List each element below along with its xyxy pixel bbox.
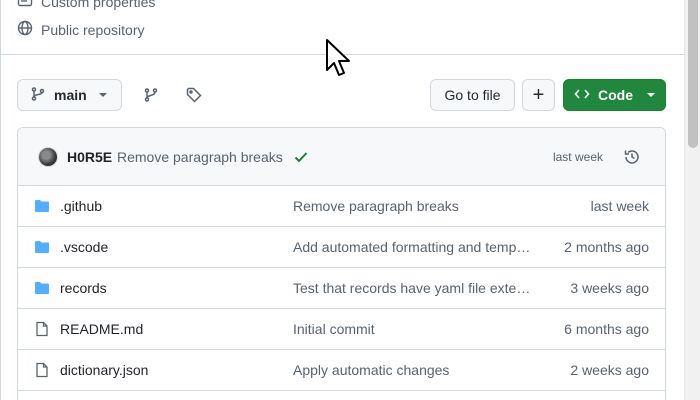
file-time: 2 months ago [564,239,649,255]
file-time: last week [590,198,649,214]
scrollbar[interactable] [684,0,700,400]
file-name[interactable]: .github [60,198,102,214]
file-commit-message[interactable]: Add automated formatting and templates [293,239,533,255]
folder-icon [34,280,50,296]
custom-properties-link[interactable]: Custom properties [17,0,155,11]
file-name[interactable]: README.md [60,321,143,337]
note-icon [17,0,33,11]
file-table: H0R5E Remove paragraph breaks last week … [17,127,666,400]
folder-icon [34,198,50,214]
file-commit-message[interactable]: Remove paragraph breaks [293,198,533,214]
history-icon[interactable] [623,148,641,166]
avatar[interactable] [38,147,58,167]
file-commit-message[interactable]: Test that records have yaml file extensi… [293,280,533,296]
check-icon[interactable] [293,149,309,165]
branch-name: main [54,87,87,103]
table-row[interactable]: records Test that records have yaml file… [18,268,665,309]
table-row[interactable]: .github Remove paragraph breaks last wee… [18,186,665,227]
commit-author[interactable]: H0R5E [67,149,112,165]
file-commit-message[interactable]: Apply automatic changes [293,362,533,378]
go-to-file-button[interactable]: Go to file [430,79,515,111]
file-time: 3 weeks ago [570,280,649,296]
file-time: 6 months ago [564,321,649,337]
table-row[interactable]: dictionary.json Apply automatic changes … [18,350,665,391]
git-branch-icon [30,86,46,105]
mouse-cursor-icon [326,39,350,76]
branch-select-button[interactable]: main [17,79,122,111]
custom-properties-label: Custom properties [41,0,156,10]
left-border [0,0,1,400]
add-file-button[interactable]: + [522,79,555,111]
table-row[interactable]: README.md Initial commit 6 months ago [18,309,665,350]
public-repository-info: Public repository [17,20,145,39]
code-button[interactable]: Code [563,79,666,111]
commit-message[interactable]: Remove paragraph breaks [117,149,283,165]
file-commit-message[interactable]: Initial commit [293,321,533,337]
code-icon [574,86,590,105]
globe-icon [17,20,33,39]
chevron-down-icon [647,93,655,97]
file-name[interactable]: dictionary.json [60,362,148,378]
latest-commit-header: H0R5E Remove paragraph breaks last week [18,128,665,186]
chevron-down-icon [98,93,107,97]
commit-time: last week [552,150,603,164]
file-time: 2 weeks ago [570,362,649,378]
table-row[interactable]: .vscode Add automated formatting and tem… [18,227,665,268]
public-repository-label: Public repository [41,21,145,38]
folder-icon [34,239,50,255]
tag-icon[interactable] [186,87,202,103]
file-icon [34,362,50,378]
branches-icon[interactable] [143,87,159,103]
file-name[interactable]: .vscode [60,239,108,255]
code-button-label: Code [598,87,633,103]
file-icon [34,321,50,337]
file-name[interactable]: records [60,280,107,296]
scrollbar-thumb[interactable] [688,0,698,148]
